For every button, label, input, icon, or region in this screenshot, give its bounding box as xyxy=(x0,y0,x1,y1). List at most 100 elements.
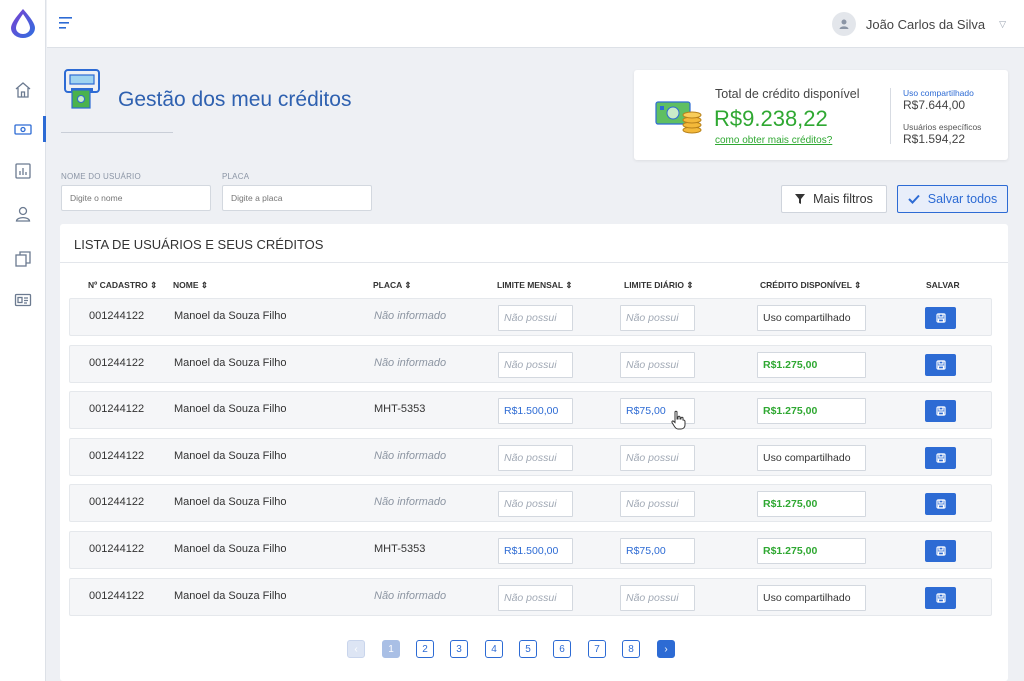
row-monthly-limit-input[interactable]: R$1.500,00 xyxy=(498,398,573,424)
row-registration: 001244122 xyxy=(89,450,145,462)
id-card-icon[interactable] xyxy=(13,290,33,310)
row-monthly-limit-input[interactable]: Não possui xyxy=(498,305,573,331)
row-daily-limit-input[interactable]: Não possui xyxy=(620,491,695,517)
col-header-plate[interactable]: PLACA ⇕ xyxy=(373,280,411,291)
table-row: 001244122 Manoel da Souza Filho MHT-5353… xyxy=(69,531,992,569)
row-available-credit-input[interactable]: R$1.275,00 xyxy=(757,398,866,424)
row-available-credit-input[interactable]: R$1.275,00 xyxy=(757,538,866,564)
row-daily-limit-input[interactable]: Não possui xyxy=(620,585,695,611)
row-monthly-limit-input[interactable]: Não possui xyxy=(498,445,573,471)
total-credit-label: Total de crédito disponível xyxy=(715,87,860,101)
user-menu[interactable]: João Carlos da Silva ▽ xyxy=(831,12,1006,36)
list-divider xyxy=(60,262,1008,263)
hamburger-menu-icon[interactable] xyxy=(59,16,75,30)
more-filters-button[interactable]: Mais filtros xyxy=(781,185,887,213)
filter-icon xyxy=(795,194,806,204)
more-filters-label: Mais filtros xyxy=(813,192,873,206)
row-plate: Não informado xyxy=(374,590,447,602)
row-monthly-limit-input[interactable]: R$1.500,00 xyxy=(498,538,573,564)
row-daily-limit-input[interactable]: Não possui xyxy=(620,352,695,378)
row-monthly-limit-input[interactable]: Não possui xyxy=(498,352,573,378)
col-header-name[interactable]: NOME ⇕ xyxy=(173,280,208,291)
col-header-monthly-limit[interactable]: LIMITE MENSAL ⇕ xyxy=(497,280,572,291)
plate-filter-input[interactable] xyxy=(222,185,372,211)
money-icon[interactable] xyxy=(13,119,33,139)
pagination-page-6[interactable]: 6 xyxy=(553,640,571,658)
row-registration: 001244122 xyxy=(89,403,145,415)
specific-users-value: R$1.594,22 xyxy=(903,132,966,146)
user-name: João Carlos da Silva xyxy=(865,16,986,32)
row-save-button[interactable] xyxy=(925,354,956,376)
table-row: 001244122 Manoel da Souza Filho Não info… xyxy=(69,578,992,616)
pagination-prev-button[interactable]: ‹ xyxy=(347,640,365,658)
credit-divider xyxy=(890,88,891,144)
pagination-page-1[interactable]: 1 xyxy=(382,640,400,658)
row-daily-limit-input[interactable]: Não possui xyxy=(620,305,695,331)
pagination-page-5[interactable]: 5 xyxy=(519,640,537,658)
home-icon[interactable] xyxy=(13,80,33,100)
col-header-save: SALVAR xyxy=(926,280,960,290)
row-plate: Não informado xyxy=(374,496,447,508)
col-header-daily-limit[interactable]: LIMITE DIÁRIO ⇕ xyxy=(624,280,693,291)
table-row: 001244122 Manoel da Souza Filho Não info… xyxy=(69,298,992,336)
pagination-page-4[interactable]: 4 xyxy=(485,640,503,658)
pagination-page-2[interactable]: 2 xyxy=(416,640,434,658)
row-save-button[interactable] xyxy=(925,447,956,469)
plate-filter-label: PLACA xyxy=(222,172,250,181)
row-save-button[interactable] xyxy=(925,587,956,609)
get-more-credits-link[interactable]: como obter mais créditos? xyxy=(715,135,832,146)
table-row: 001244122 Manoel da Souza Filho Não info… xyxy=(69,484,992,522)
row-name: Manoel da Souza Filho xyxy=(174,357,287,369)
pagination-page-3[interactable]: 3 xyxy=(450,640,468,658)
row-monthly-limit-input[interactable]: Não possui xyxy=(498,585,573,611)
chevron-down-icon[interactable]: ▽ xyxy=(999,19,1006,30)
row-registration: 001244122 xyxy=(89,496,145,508)
user-credits-list: LISTA DE USUÁRIOS E SEUS CRÉDITOS Nº CAD… xyxy=(60,224,1008,681)
row-save-button[interactable] xyxy=(925,493,956,515)
col-header-available-credit[interactable]: CRÉDITO DISPONÍVEL ⇕ xyxy=(760,280,861,291)
floppy-disk-icon xyxy=(935,406,946,416)
chart-icon[interactable] xyxy=(13,161,33,181)
list-title: LISTA DE USUÁRIOS E SEUS CRÉDITOS xyxy=(74,237,324,252)
pagination-next-button[interactable]: › xyxy=(657,640,675,658)
col-header-registration[interactable]: Nº CADASTRO ⇕ xyxy=(88,280,157,291)
table-row: 001244122 Manoel da Souza Filho MHT-5353… xyxy=(69,391,992,429)
row-daily-limit-input[interactable]: Não possui xyxy=(620,445,695,471)
drop-logo-icon[interactable] xyxy=(10,8,36,38)
row-daily-limit-input[interactable]: R$75,00 xyxy=(620,538,695,564)
documents-icon[interactable] xyxy=(13,249,33,269)
row-monthly-limit-input[interactable]: Não possui xyxy=(498,491,573,517)
row-name: Manoel da Souza Filho xyxy=(174,450,287,462)
row-available-credit-input[interactable]: R$1.275,00 xyxy=(757,491,866,517)
row-name: Manoel da Souza Filho xyxy=(174,403,287,415)
row-available-credit-input[interactable]: Uso compartilhado xyxy=(757,445,866,471)
row-name: Manoel da Souza Filho xyxy=(174,590,287,602)
row-available-credit-input[interactable]: Uso compartilhado xyxy=(757,305,866,331)
floppy-disk-icon xyxy=(935,546,946,556)
row-registration: 001244122 xyxy=(89,357,145,369)
user-name-filter-input[interactable] xyxy=(61,185,211,211)
floppy-disk-icon xyxy=(935,593,946,603)
floppy-disk-icon xyxy=(935,360,946,370)
table-row: 001244122 Manoel da Souza Filho Não info… xyxy=(69,345,992,383)
user-icon[interactable] xyxy=(13,204,33,224)
row-registration: 001244122 xyxy=(89,590,145,602)
row-save-button[interactable] xyxy=(925,307,956,329)
row-plate: Não informado xyxy=(374,357,447,369)
floppy-disk-icon xyxy=(935,499,946,509)
row-save-button[interactable] xyxy=(925,400,956,422)
hand-cursor-icon xyxy=(671,410,686,430)
pagination-page-8[interactable]: 8 xyxy=(622,640,640,658)
row-available-credit-input[interactable]: Uso compartilhado xyxy=(757,585,866,611)
row-save-button[interactable] xyxy=(925,540,956,562)
save-all-button[interactable]: Salvar todos xyxy=(897,185,1008,213)
title-underline xyxy=(61,132,173,133)
top-bar: João Carlos da Silva ▽ xyxy=(47,0,1024,48)
sidebar xyxy=(0,0,46,681)
pagination-page-7[interactable]: 7 xyxy=(588,640,606,658)
shared-usage-label: Uso compartilhado xyxy=(903,88,974,98)
user-avatar-icon xyxy=(831,12,856,36)
money-coins-icon xyxy=(655,101,702,134)
specific-users-label: Usuários específicos xyxy=(903,122,982,132)
row-available-credit-input[interactable]: R$1.275,00 xyxy=(757,352,866,378)
